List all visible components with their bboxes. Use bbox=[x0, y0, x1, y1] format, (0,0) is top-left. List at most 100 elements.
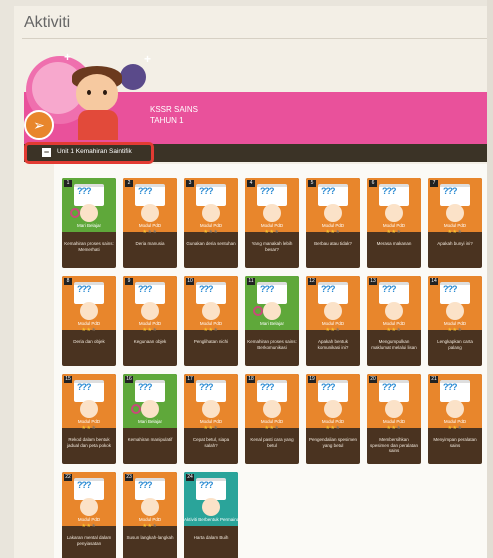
difficulty-stars: ★★★ bbox=[245, 229, 299, 235]
difficulty-stars: ★★★ bbox=[62, 425, 116, 431]
star-icon: ★ bbox=[457, 327, 463, 333]
activity-card[interactable]: 21??? Modul PdD ★★★ Menyimpan peralatan sai… bbox=[428, 374, 482, 464]
activity-card[interactable]: 9??? Modul PdD ★★★ Kegunaan objek bbox=[123, 276, 177, 366]
card-type-label: Mari Belajar bbox=[259, 321, 284, 326]
activity-card[interactable]: 11??? Mari Belajar Kemahiran proses sains:… bbox=[245, 276, 299, 366]
card-number: 1 bbox=[64, 180, 72, 187]
sparkle-icon: + bbox=[144, 52, 152, 66]
card-type-label: Aktiviti Berbentuk Permainan bbox=[184, 517, 238, 522]
activity-card[interactable]: 23??? Modul PdD ★★★ Susun langkah-langkah bbox=[123, 472, 177, 558]
character-icon bbox=[263, 302, 281, 320]
card-number: 9 bbox=[125, 278, 133, 285]
question-marks-icon: ??? bbox=[77, 284, 91, 294]
magnifier-icon bbox=[70, 208, 80, 218]
activity-card[interactable]: 10??? Modul PdD ★★★ Penglihatan nichi bbox=[184, 276, 238, 366]
activity-card[interactable]: 22??? Modul PdD ★★★ Lakaran mental dalam pe… bbox=[62, 472, 116, 558]
difficulty-stars: ★★★ bbox=[62, 327, 116, 333]
activity-card[interactable]: 3??? Modul PdD ★★★ Gunakan deria sentuhan bbox=[184, 178, 238, 268]
question-marks-icon: ??? bbox=[382, 284, 396, 294]
character-icon bbox=[141, 204, 159, 222]
activity-card[interactable]: 6??? Modul PdD ★★★ Merasa makanan bbox=[367, 178, 421, 268]
card-title: Menyimpan peralatan sains bbox=[433, 437, 477, 448]
difficulty-stars: ★★★ bbox=[428, 327, 482, 333]
character-icon bbox=[202, 204, 220, 222]
card-title: Rekod dalam bentuk jadual dan peta pokok bbox=[66, 437, 112, 448]
activity-card[interactable]: 5??? Modul PdD ★★★ Berbau atau tidak? bbox=[306, 178, 360, 268]
activity-card[interactable]: 13??? Modul PdD ★★★ Mengumpulkan maklumat m… bbox=[367, 276, 421, 366]
activity-card[interactable]: 12??? Modul PdD ★★★ Apakah bentuk komunikas… bbox=[306, 276, 360, 366]
card-number: 14 bbox=[430, 278, 438, 285]
character-icon bbox=[263, 204, 281, 222]
page: Aktiviti ➢ + + KSSR SAINS TAHUN 1 − Unit… bbox=[14, 6, 493, 558]
star-icon: ★ bbox=[91, 425, 97, 431]
banner-title: KSSR SAINS TAHUN 1 bbox=[150, 104, 198, 126]
star-icon: ★ bbox=[152, 327, 158, 333]
card-number: 12 bbox=[308, 278, 316, 285]
star-icon: ★ bbox=[213, 327, 219, 333]
activity-card[interactable]: 8??? Modul PdD ★★★ Deria dan objek bbox=[62, 276, 116, 366]
character-icon bbox=[202, 302, 220, 320]
difficulty-stars: ★★★ bbox=[306, 425, 360, 431]
activity-card[interactable]: 7??? Modul PdD ★★★ Apakah bunyi ini? bbox=[428, 178, 482, 268]
activity-card[interactable]: 16??? Mari Belajar Kemahiran manipulatif bbox=[123, 374, 177, 464]
activity-card[interactable]: 1??? Mari Belajar Kemahiran proses sains: … bbox=[62, 178, 116, 268]
question-marks-icon: ??? bbox=[443, 284, 457, 294]
difficulty-stars: ★★★ bbox=[62, 523, 116, 529]
difficulty-stars: ★★★ bbox=[367, 327, 421, 333]
card-title: Penglihatan nichi bbox=[193, 339, 229, 344]
difficulty-stars: ★★★ bbox=[367, 425, 421, 431]
character-icon bbox=[446, 204, 464, 222]
activity-card[interactable]: 15??? Modul PdD ★★★ Rekod dalam bentuk jadu… bbox=[62, 374, 116, 464]
magnifier-icon bbox=[253, 306, 263, 316]
difficulty-stars: ★★★ bbox=[306, 327, 360, 333]
difficulty-stars: ★★★ bbox=[123, 229, 177, 235]
card-type-label: Modul PdD bbox=[138, 321, 162, 326]
page-scrollbar[interactable] bbox=[487, 0, 493, 558]
card-title: Yang manakah lebih besar? bbox=[251, 241, 293, 252]
question-marks-icon: ??? bbox=[260, 284, 274, 294]
card-title: Berbau atau tidak? bbox=[314, 241, 352, 246]
card-type-label: Modul PdD bbox=[443, 419, 467, 424]
card-type-label: Modul PdD bbox=[77, 321, 101, 326]
question-marks-icon: ??? bbox=[77, 480, 91, 490]
character-icon bbox=[385, 400, 403, 418]
card-number: 18 bbox=[247, 376, 255, 383]
card-title: Lakaran mental dalam penyiasatan bbox=[66, 535, 112, 546]
card-title: Kemahiran proses sains: Memerhati bbox=[64, 241, 114, 252]
card-type-label: Modul PdD bbox=[199, 321, 223, 326]
card-type-label: Modul PdD bbox=[77, 419, 101, 424]
card-title: Kegunaan objek bbox=[133, 339, 167, 344]
activity-card[interactable]: 20??? Modul PdD ★★★ Membersihkan spesimen d… bbox=[367, 374, 421, 464]
banner-subject: KSSR SAINS bbox=[150, 105, 199, 114]
activity-card[interactable]: 2??? Modul PdD ★★★ Deria manusia bbox=[123, 178, 177, 268]
activity-grid-panel: 1??? Mari Belajar Kemahiran proses sains: … bbox=[54, 164, 493, 558]
card-title: Mengumpulkan maklumat melalui lisan bbox=[371, 339, 417, 350]
activity-card[interactable]: 24??? Aktiviti Berbentuk Permainan Harta d… bbox=[184, 472, 238, 558]
character-icon bbox=[263, 400, 281, 418]
character-icon bbox=[80, 302, 98, 320]
character-icon bbox=[141, 400, 159, 418]
question-marks-icon: ??? bbox=[443, 186, 457, 196]
character-icon bbox=[141, 302, 159, 320]
card-title: Gunakan deria sentuhan bbox=[186, 241, 236, 246]
card-title: Apakah bentuk komunikasi ini? bbox=[317, 339, 349, 350]
card-title: Kemahiran proses sains: Berkomunikasi bbox=[247, 339, 297, 350]
activity-card[interactable]: 17??? Modul PdD ★★★ Cepat betul, siapa sala… bbox=[184, 374, 238, 464]
unit-highlight-box bbox=[24, 142, 154, 164]
activity-card[interactable]: 4??? Modul PdD ★★★ Yang manakah lebih besar… bbox=[245, 178, 299, 268]
character-body-illustration bbox=[78, 110, 118, 140]
card-title: Kemahiran manipulatif bbox=[127, 437, 173, 442]
planet-illustration bbox=[120, 64, 146, 90]
card-type-label: Modul PdD bbox=[260, 223, 284, 228]
card-title: Apakah bunyi ini? bbox=[437, 241, 473, 246]
character-icon bbox=[202, 498, 220, 516]
difficulty-stars: ★★★ bbox=[123, 327, 177, 333]
activity-card[interactable]: 18??? Modul PdD ★★★ Kenal pasti cara yang b… bbox=[245, 374, 299, 464]
difficulty-stars: ★★★ bbox=[245, 425, 299, 431]
activity-card[interactable]: 14??? Modul PdD ★★★ Lengkapkan carta palang bbox=[428, 276, 482, 366]
card-number: 11 bbox=[247, 278, 255, 285]
question-marks-icon: ??? bbox=[199, 382, 213, 392]
question-marks-icon: ??? bbox=[260, 382, 274, 392]
card-number: 5 bbox=[308, 180, 316, 187]
activity-card[interactable]: 19??? Modul PdD ★★★ Pengendalian spesimen y… bbox=[306, 374, 360, 464]
